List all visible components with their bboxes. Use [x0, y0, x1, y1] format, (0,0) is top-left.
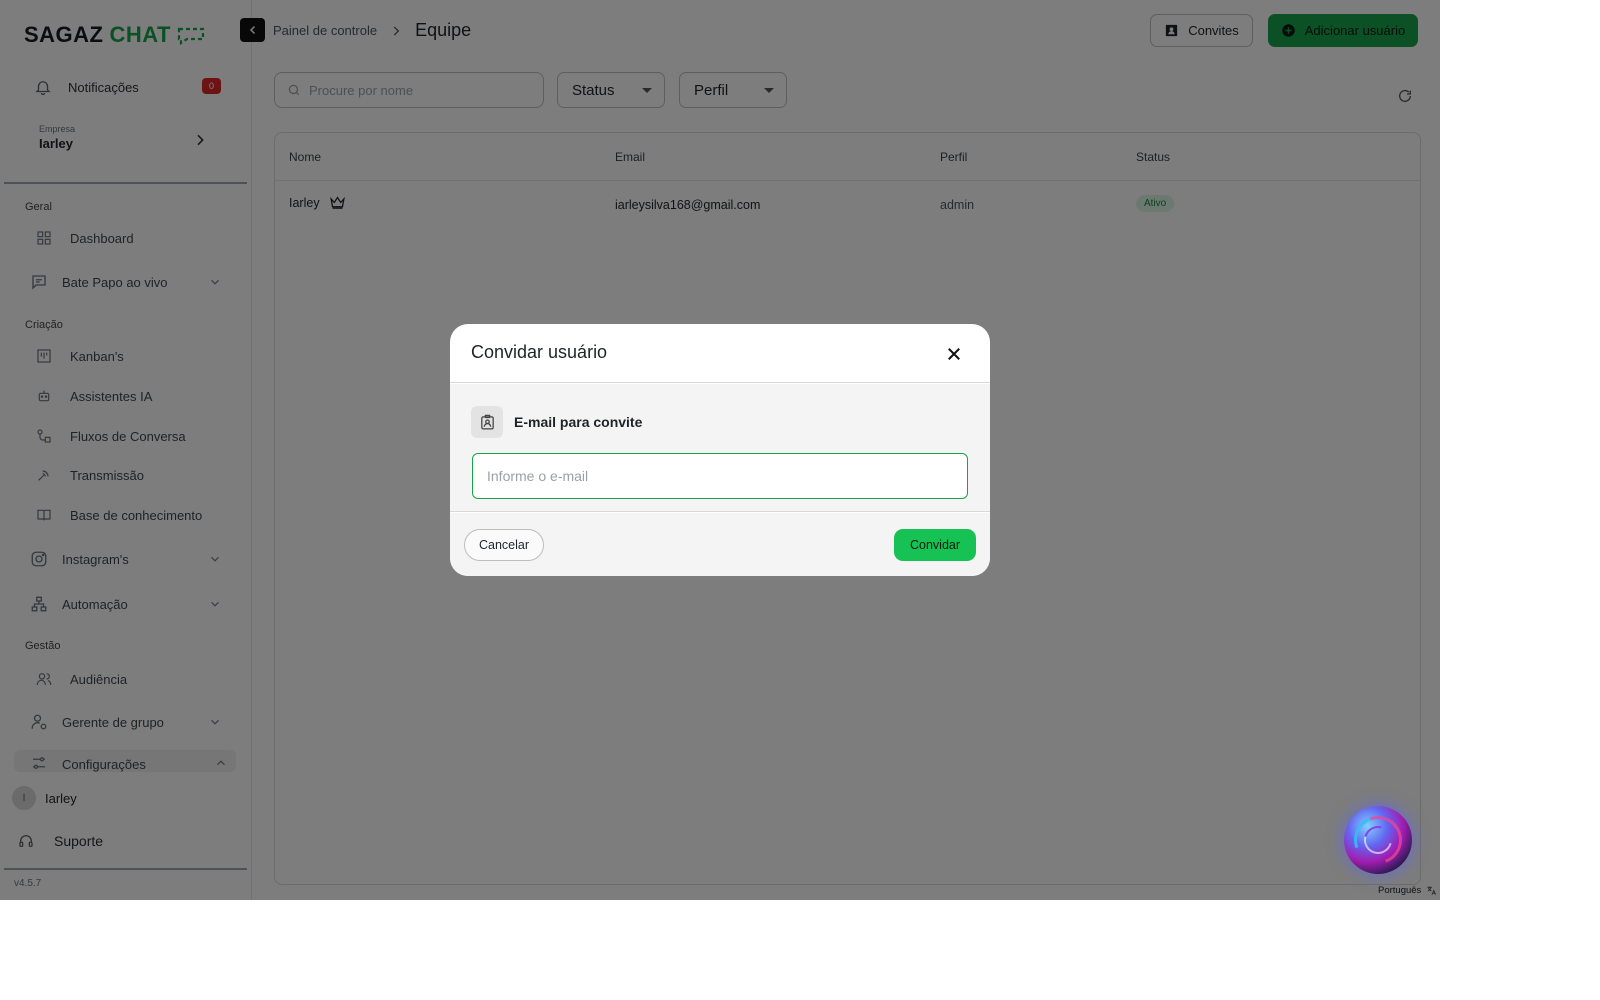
close-icon[interactable]	[945, 345, 963, 363]
cancel-button[interactable]: Cancelar	[464, 529, 544, 561]
invite-button[interactable]: Convidar	[894, 529, 976, 561]
invite-user-modal: Convidar usuário E-mail para convite Can…	[450, 324, 990, 576]
app-window: SAGAZ CHAT Notificações 0 Empresa Iarley…	[0, 0, 1440, 900]
email-field-label: E-mail para convite	[514, 414, 643, 430]
email-field[interactable]	[472, 453, 968, 499]
modal-body: E-mail para convite	[450, 384, 990, 512]
modal-footer: Cancelar Convidar	[450, 513, 990, 576]
modal-title: Convidar usuário	[471, 342, 608, 362]
contact-badge-icon	[480, 414, 494, 430]
ai-assistant-orb[interactable]	[1344, 806, 1412, 874]
field-icon-box	[471, 406, 503, 438]
email-field-header: E-mail para convite	[471, 406, 642, 438]
modal-header: Convidar usuário	[450, 324, 990, 383]
